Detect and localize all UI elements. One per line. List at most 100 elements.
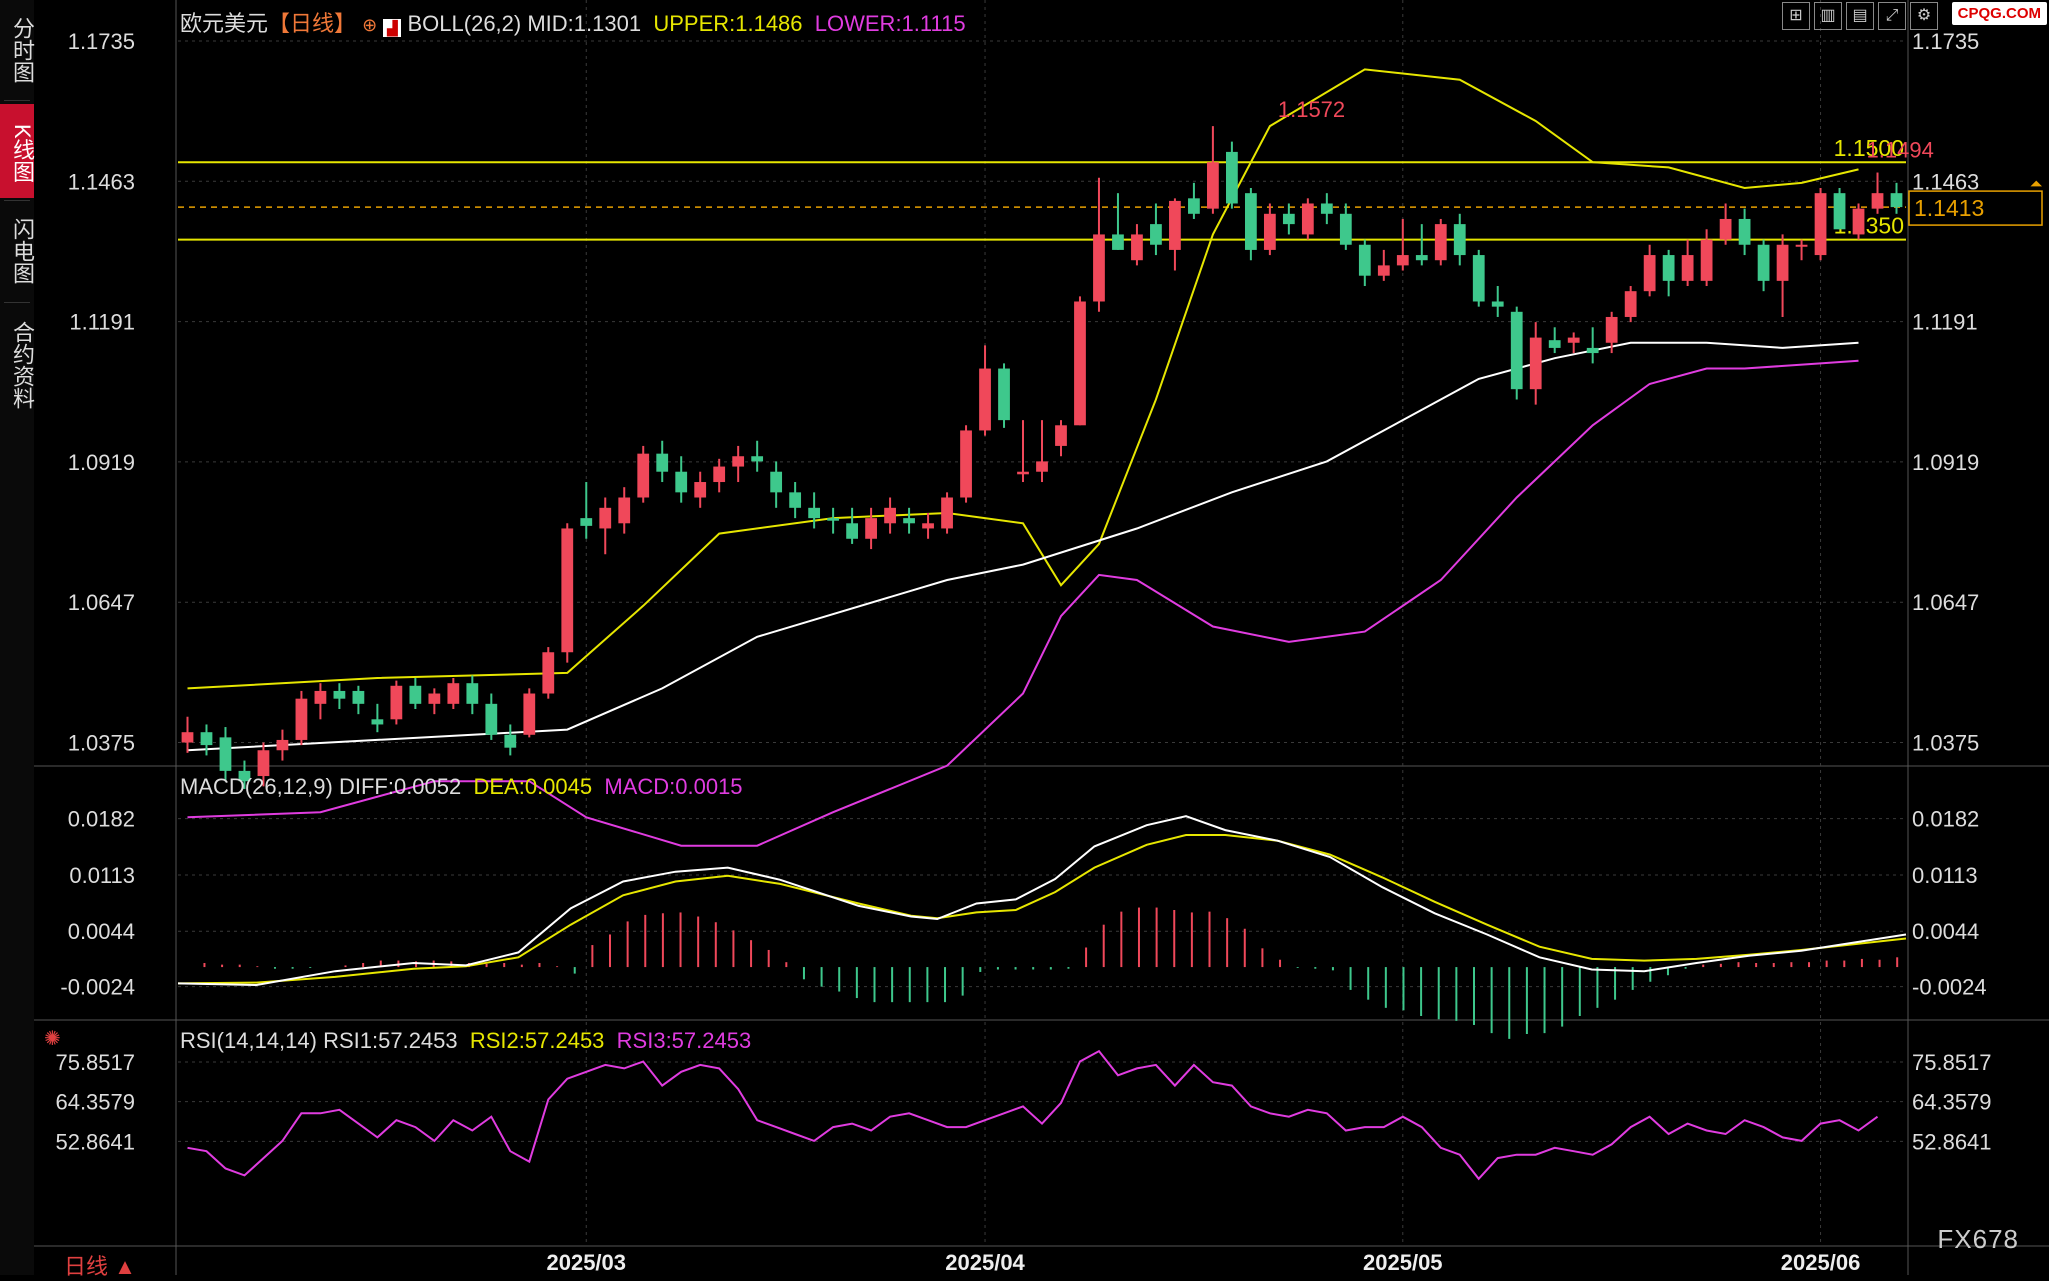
candle-body (770, 471, 783, 493)
symbol-name: 欧元美元 (180, 11, 269, 36)
rsi-y-tick-left: 64.3579 (55, 1090, 135, 1115)
candle-body (1301, 203, 1314, 235)
settings-icon[interactable]: ⚙ (1910, 2, 1938, 30)
candle-body (827, 518, 840, 521)
candle-body (1890, 193, 1903, 208)
rsi-y-tick-right: 64.3579 (1912, 1090, 1992, 1115)
candle-body (276, 739, 289, 751)
chart-canvas[interactable]: 1.1735 1.17351.1463 1.14631.1191 1.11911.09… (0, 0, 2049, 1275)
price-y-tick-right: 1.0647 (1912, 590, 1979, 615)
chart-type-icon[interactable]: ▤ (1846, 2, 1874, 30)
candle-style-icon[interactable]: ▥ (1814, 2, 1842, 30)
candle-body (694, 482, 707, 498)
price-annotation: 1.1494 (1867, 137, 1934, 162)
candle-body (1093, 234, 1105, 302)
candle-body (1207, 162, 1219, 209)
indicator-icon[interactable]: ▟ (383, 19, 402, 37)
candle-body (333, 690, 346, 699)
candle-body (200, 732, 213, 746)
fullscreen-icon[interactable]: ⤢ (1878, 2, 1906, 30)
candle-body (1074, 301, 1086, 426)
candle-body (1434, 224, 1447, 261)
candle-body (865, 518, 877, 539)
candle-body (295, 698, 308, 740)
candle-body (371, 719, 384, 725)
x-tick-label: 2025/06 (1781, 1250, 1861, 1275)
macd-y-tick-left: 0.0113 (69, 863, 135, 888)
price-y-tick-right: 1.0375 (1912, 731, 1979, 756)
ticker-watermark: FX678 (1937, 1224, 2019, 1254)
candle-body (1776, 244, 1789, 281)
x-tick-label: 2025/03 (546, 1250, 626, 1275)
macd-value: MACD:0.0015 (604, 774, 743, 799)
candle-body (1757, 244, 1770, 281)
current-price-label: 1.1413 (1914, 195, 1984, 221)
candle-body (580, 518, 593, 526)
candle-body (751, 456, 764, 462)
candle-body (447, 683, 460, 704)
candle-body (1415, 255, 1428, 261)
price-y-tick-right: 1.0919 (1912, 450, 1979, 475)
candle-body (1244, 193, 1257, 250)
period-selector[interactable]: 日线 ▲ (64, 1249, 136, 1281)
grid-layout-icon[interactable]: ⊞ (1782, 2, 1810, 30)
candle-body (1871, 193, 1884, 209)
candle-body (1491, 301, 1504, 307)
rsi1: RSI1:57.2453 (323, 1028, 458, 1053)
candle-body (1131, 234, 1143, 261)
candle-body (1814, 193, 1827, 256)
candle-body (542, 652, 555, 694)
rsi-y-tick-right: 75.8517 (1912, 1050, 1992, 1075)
settings-gear-icon[interactable]: ✺ (44, 1026, 61, 1051)
candle-body (1586, 347, 1599, 354)
candle-body (789, 492, 802, 508)
candle-body (599, 507, 612, 529)
candle-body (1396, 255, 1409, 266)
price-y-tick-left: 1.0919 (68, 450, 135, 475)
rsi2: RSI2:57.2453 (469, 1028, 605, 1053)
rsi-y-tick-left: 52.8641 (55, 1129, 135, 1154)
price-y-tick-right: 1.1735 (1912, 29, 1979, 54)
candle-body (637, 453, 650, 498)
boll-name: BOLL(26,2) (407, 11, 522, 36)
macd-y-tick-right: 0.0044 (1912, 919, 1979, 944)
candle-body (1188, 198, 1200, 214)
price-y-tick-left: 1.1463 (68, 169, 135, 194)
candle-body (846, 523, 858, 539)
brand-logo: CPQG.COM (1951, 2, 2047, 25)
candle-body (257, 750, 270, 777)
x-tick-label: 2025/05 (1363, 1250, 1443, 1275)
candle-body (1453, 224, 1466, 256)
candle-body (1852, 208, 1865, 235)
rsi-name: RSI(14,14,14) (180, 1028, 317, 1053)
candle-body (675, 471, 688, 493)
current-price-arrow-icon: ⏶ (2030, 176, 2043, 193)
rsi-legend: RSI(14,14,14) RSI1:57.2453 RSI2:57.2453 … (180, 1028, 751, 1054)
candle-body (1567, 337, 1580, 343)
candle-body (1738, 218, 1751, 245)
candle-body (485, 703, 498, 735)
candle-body (561, 528, 574, 653)
candle-body (523, 693, 536, 735)
candle-body (1833, 193, 1846, 230)
macd-name: MACD(26,12,9) (180, 774, 333, 799)
main-legend: 欧元美元【日线】 ⊕ ▟ BOLL(26,2) MID:1.1301 UPPER… (180, 6, 966, 38)
candle-body (1795, 244, 1808, 247)
candle-body (922, 523, 934, 529)
rsi3: RSI3:57.2453 (616, 1028, 752, 1053)
candle-body (1510, 311, 1523, 390)
crosshair-icon[interactable]: ⊕ (362, 15, 377, 35)
boll-mid: MID:1.1301 (527, 11, 642, 36)
boll-upper: UPPER:1.1486 (653, 11, 803, 36)
candle-body (1226, 151, 1238, 204)
boll-mid-line (187, 341, 1859, 752)
candle-body (1643, 255, 1656, 292)
macd-y-tick-right: 0.0182 (1912, 807, 1979, 832)
candle-body (1681, 255, 1694, 281)
price-annotation: 1.1572 (1278, 97, 1345, 122)
candle-body (1358, 244, 1371, 276)
candle-body (1548, 340, 1561, 348)
candle-body (1529, 337, 1542, 390)
rsi-y-tick-right: 52.8641 (1912, 1129, 1992, 1154)
candle-body (314, 690, 327, 704)
